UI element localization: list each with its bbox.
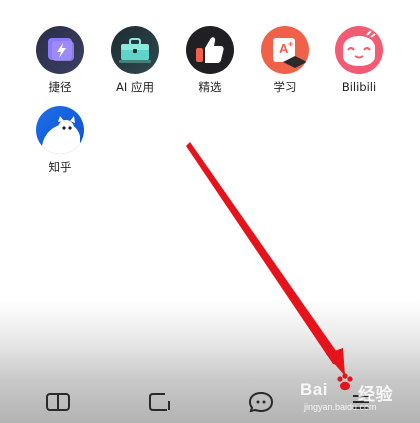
svg-text:+: + — [288, 39, 293, 49]
app-shortcut[interactable]: 捷径 — [20, 26, 100, 94]
watermark-brand: Bai — [300, 380, 328, 399]
app-label: 捷径 — [48, 80, 72, 94]
app-label: 精选 — [198, 80, 222, 94]
app-label: 学习 — [273, 80, 297, 94]
shortcut-icon — [36, 26, 84, 74]
nav-chat-button[interactable] — [246, 388, 276, 416]
app-picks[interactable]: 精选 — [170, 26, 250, 94]
app-bilibili[interactable]: Bilibili — [319, 26, 399, 94]
nav-tabs-button[interactable] — [145, 388, 175, 416]
bilibili-icon — [335, 26, 383, 74]
app-zhihu[interactable]: 知乎 — [20, 106, 100, 174]
app-label: AI 应用 — [116, 80, 154, 94]
app-label: Bilibili — [341, 80, 377, 94]
book-icon — [46, 393, 70, 411]
home-screen: 捷径 AI 应用 精选 A + 学习 Bilibili 知乎 Bai 经验 ji… — [0, 0, 420, 423]
chat-icon — [248, 391, 274, 413]
tab-icon — [149, 393, 170, 411]
app-study[interactable]: A + 学习 — [245, 26, 325, 94]
study-icon: A + — [261, 26, 309, 74]
thumbs-up-icon — [186, 26, 234, 74]
app-ai[interactable]: AI 应用 — [95, 26, 175, 94]
nav-book-button[interactable] — [43, 388, 73, 416]
baidu-jingyan-watermark: Bai 经验 jingyan.baidu.com — [300, 373, 420, 420]
ai-toolbox-icon — [111, 26, 159, 74]
zhihu-icon — [36, 106, 84, 154]
app-label: 知乎 — [48, 160, 72, 174]
paw-icon — [337, 373, 353, 391]
watermark-url: jingyan.baidu.com — [304, 402, 377, 412]
